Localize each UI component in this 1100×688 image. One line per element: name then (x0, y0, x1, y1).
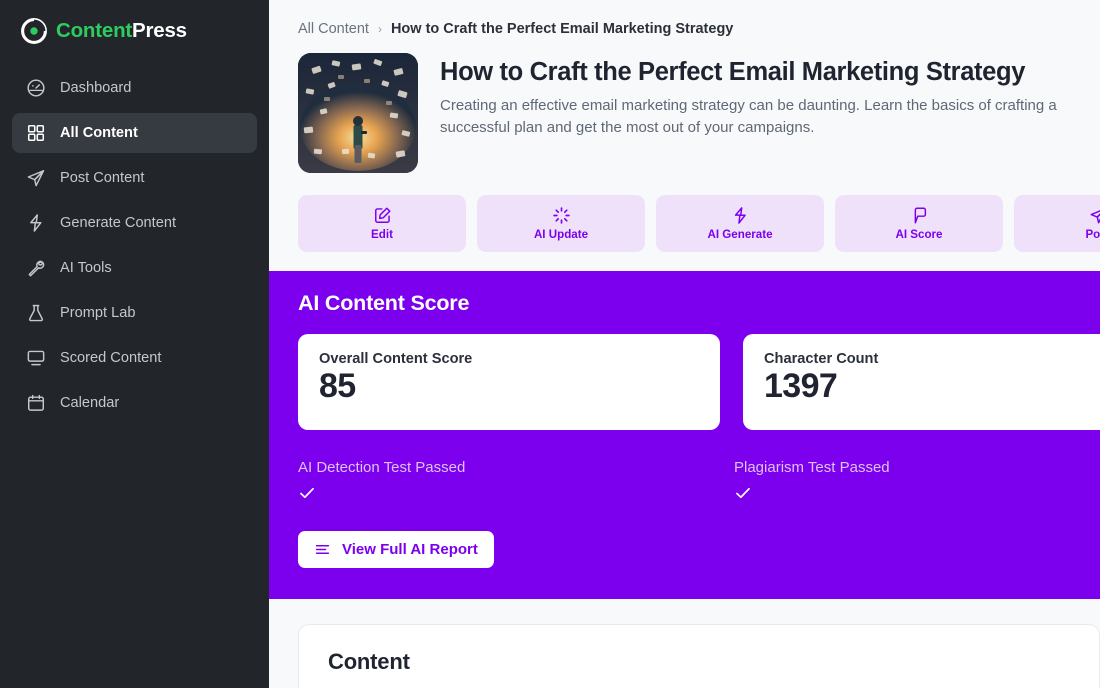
score-card-list: Overall Content Score 85 Character Count… (269, 316, 1100, 430)
action-label: AI Generate (707, 228, 773, 241)
view-full-ai-report-button[interactable]: View Full AI Report (298, 531, 494, 568)
content-card: Content (298, 624, 1100, 688)
bolt-icon (25, 213, 46, 234)
ai-detection-test-result: AI Detection Test Passed (298, 459, 734, 502)
bolt-icon (731, 206, 750, 225)
content-heading: Content (328, 649, 410, 674)
ai-content-score-panel: AI Content Score Overall Content Score 8… (269, 271, 1100, 599)
app-root: ContentPress Dashboard All Content Post … (0, 0, 1100, 688)
sidebar-item-label: Post Content (60, 170, 145, 186)
pencil-square-icon (373, 206, 392, 225)
sidebar-item-post-content[interactable]: Post Content (12, 158, 257, 198)
score-card-value: 1397 (764, 367, 838, 405)
character-count-card: Character Count 1397 (743, 334, 1100, 430)
article-header: How to Craft the Perfect Email Marketing… (269, 37, 1100, 173)
panel-bottom-spacer (269, 568, 1100, 596)
action-label: Post (1085, 228, 1100, 241)
brand-name: ContentPress (56, 19, 187, 43)
sidebar-item-label: Calendar (60, 395, 120, 411)
ai-score-button[interactable]: AI Score (835, 195, 1003, 252)
sidebar-nav: Dashboard All Content Post Content Gener… (12, 68, 257, 423)
article-thumbnail[interactable] (298, 53, 418, 173)
brand-logo[interactable]: ContentPress (12, 0, 257, 62)
calendar-icon (25, 393, 46, 414)
article-description: Creating an effective email marketing st… (440, 97, 1057, 136)
sidebar-item-scored-content[interactable]: Scored Content (12, 338, 257, 378)
main-content: All Content › How to Craft the Perfect E… (269, 0, 1100, 688)
score-card-caption: Overall Content Score (319, 351, 473, 367)
sidebar-item-label: All Content (60, 125, 138, 141)
score-panel-title: AI Content Score (298, 291, 470, 315)
contentpress-circle-logo-icon (21, 18, 47, 44)
check-icon (734, 484, 1100, 502)
sidebar-item-label: Generate Content (60, 215, 177, 231)
breadcrumb-current: How to Craft the Perfect Email Marketing… (390, 21, 734, 37)
article-text: How to Craft the Perfect Email Marketing… (440, 53, 1100, 173)
action-label: AI Score (895, 228, 943, 241)
sidebar-item-label: AI Tools (60, 260, 112, 276)
sidebar: ContentPress Dashboard All Content Post … (0, 0, 269, 688)
send-icon (25, 168, 46, 189)
sidebar-item-all-content[interactable]: All Content (12, 113, 257, 153)
sidebar-item-prompt-lab[interactable]: Prompt Lab (12, 293, 257, 333)
wrench-icon (25, 258, 46, 279)
overall-content-score-card: Overall Content Score 85 (298, 334, 720, 430)
sidebar-item-ai-tools[interactable]: AI Tools (12, 248, 257, 288)
sidebar-item-generate-content[interactable]: Generate Content (12, 203, 257, 243)
post-button[interactable]: Post (1014, 195, 1100, 252)
brand-name-primary: Content (56, 19, 133, 42)
sparkle-spinner-icon (552, 206, 571, 225)
list-lines-icon (314, 541, 331, 558)
sidebar-item-label: Prompt Lab (60, 305, 136, 321)
test-label: AI Detection Test Passed (298, 459, 466, 476)
sidebar-item-label: Scored Content (60, 350, 162, 366)
score-card-caption: Character Count (764, 351, 879, 367)
action-toolbar: Edit AI Update AI Generate AI Score Po (269, 173, 1100, 252)
page-title: How to Craft the Perfect Email Marketing… (440, 58, 1026, 86)
ai-generate-button[interactable]: AI Generate (656, 195, 824, 252)
report-button-label: View Full AI Report (342, 541, 478, 558)
plagiarism-test-result: Plagiarism Test Passed (734, 459, 1100, 502)
sidebar-item-calendar[interactable]: Calendar (12, 383, 257, 423)
grid-icon (25, 123, 46, 144)
breadcrumb: All Content › How to Craft the Perfect E… (269, 0, 1100, 37)
chevron-right-icon: › (377, 22, 382, 36)
sidebar-item-label: Dashboard (60, 80, 132, 96)
sidebar-item-dashboard[interactable]: Dashboard (12, 68, 257, 108)
monitor-icon (25, 348, 46, 369)
gauge-icon (25, 78, 46, 99)
flag-icon (910, 206, 929, 225)
flask-icon (25, 303, 46, 324)
ai-update-button[interactable]: AI Update (477, 195, 645, 252)
brand-name-secondary: Press (132, 19, 187, 42)
check-icon (298, 484, 734, 502)
score-card-value: 85 (319, 367, 356, 405)
test-label: Plagiarism Test Passed (734, 459, 890, 476)
action-label: Edit (371, 228, 393, 241)
breadcrumb-link-all-content[interactable]: All Content (298, 21, 369, 37)
send-icon (1089, 206, 1100, 225)
content-section: Content (269, 599, 1100, 688)
flying-emails-illustration-icon (298, 53, 418, 173)
edit-button[interactable]: Edit (298, 195, 466, 252)
test-results: AI Detection Test Passed Plagiarism Test… (269, 430, 1100, 502)
action-label: AI Update (533, 228, 589, 241)
